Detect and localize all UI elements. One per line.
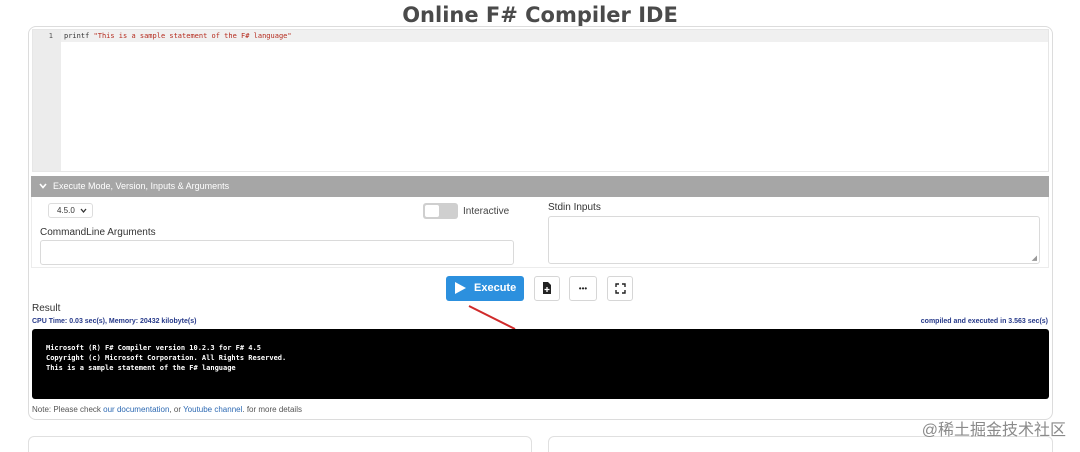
- youtube-channel-link[interactable]: Youtube channel: [183, 405, 242, 414]
- output-console: Microsoft (R) F# Compiler version 10.2.3…: [32, 329, 1049, 399]
- cmdline-args-input[interactable]: [40, 240, 514, 265]
- output-line: This is a sample statement of the F# lan…: [46, 364, 236, 372]
- cmdline-args-label: CommandLine Arguments: [40, 227, 156, 238]
- code-string: "This is a sample statement of the F# la…: [93, 32, 292, 40]
- line-number: 1: [48, 32, 53, 40]
- interactive-label: Interactive: [463, 206, 510, 217]
- watermark: @稀土掘金技术社区: [921, 422, 1066, 439]
- note-suffix: . for more details: [242, 405, 302, 414]
- file-plus-icon: [542, 282, 552, 295]
- resize-grip-icon[interactable]: ◢: [1032, 254, 1037, 262]
- play-icon: [455, 282, 466, 294]
- page-title: Online F# Compiler IDE: [402, 3, 678, 27]
- line-gutter: [33, 30, 61, 171]
- documentation-link[interactable]: our documentation: [103, 405, 169, 414]
- new-file-button[interactable]: [534, 276, 560, 301]
- version-select[interactable]: 4.5.0: [48, 203, 93, 218]
- annotation-arrow: [468, 305, 516, 330]
- stdin-textarea[interactable]: ◢: [548, 216, 1040, 264]
- fullscreen-button[interactable]: [607, 276, 633, 301]
- more-dots-icon: •••: [578, 284, 588, 293]
- select-caret-icon: [80, 204, 87, 222]
- version-selected-value: 4.5.0: [57, 206, 75, 215]
- toggle-knob: [425, 205, 439, 217]
- result-label: Result: [32, 303, 61, 314]
- compile-time-stats: compiled and executed in 3.563 sec(s): [920, 318, 1048, 325]
- note-prefix: Note: Please check: [32, 405, 104, 414]
- output-line: Copyright (c) Microsoft Corporation. All…: [46, 354, 287, 362]
- chevron-down-icon: [39, 176, 49, 197]
- stdin-label: Stdin Inputs: [548, 202, 601, 213]
- output-line: Microsoft (R) F# Compiler version 10.2.3…: [46, 344, 261, 352]
- code-editor[interactable]: 1 printf "This is a sample statement of …: [32, 29, 1049, 172]
- options-accordion-header[interactable]: Execute Mode, Version, Inputs & Argument…: [31, 176, 1049, 197]
- code-keyword: printf: [64, 32, 94, 40]
- help-note: Note: Please check our documentation, or…: [32, 405, 302, 414]
- execute-label: Execute: [474, 282, 517, 294]
- fullscreen-icon: [614, 282, 626, 294]
- code-line[interactable]: printf "This is a sample statement of th…: [64, 32, 292, 40]
- more-options-button[interactable]: •••: [569, 276, 597, 301]
- execute-button[interactable]: Execute: [446, 276, 524, 301]
- interactive-toggle[interactable]: [423, 203, 458, 219]
- cpu-memory-stats: CPU Time: 0.03 sec(s), Memory: 20432 kil…: [32, 318, 197, 325]
- bottom-left-card: [28, 436, 532, 452]
- note-middle: , or: [169, 405, 184, 414]
- options-accordion-label: Execute Mode, Version, Inputs & Argument…: [53, 181, 230, 191]
